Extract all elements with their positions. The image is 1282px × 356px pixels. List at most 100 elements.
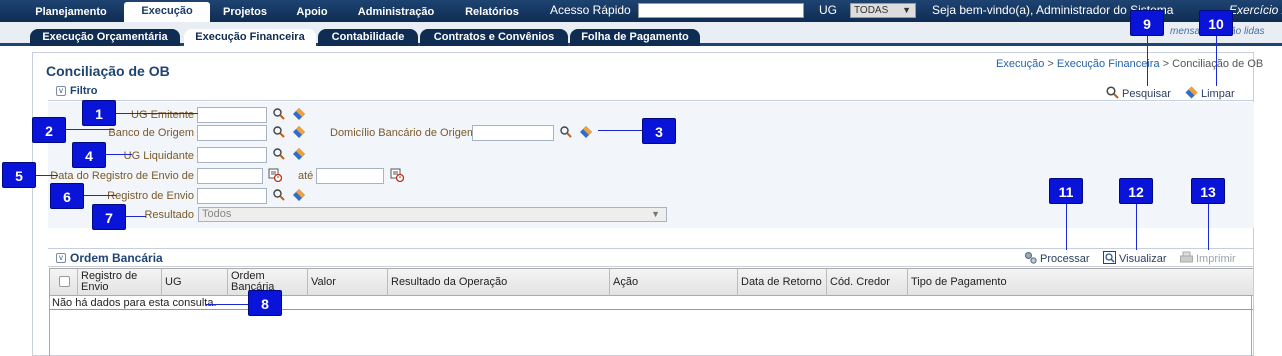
column-header[interactable]: Tipo de Pagamento — [908, 269, 1253, 296]
eraser-icon[interactable] — [293, 126, 305, 138]
quick-access-input[interactable] — [638, 3, 804, 18]
search-icon[interactable] — [273, 108, 285, 120]
callout-line — [126, 216, 146, 217]
ate-label: até — [298, 170, 314, 182]
dropdown-arrow-icon: ▼ — [902, 5, 911, 15]
resultado-select[interactable]: Todos ▼ — [198, 207, 667, 222]
tab-administracao[interactable]: Administração — [352, 3, 440, 22]
callout-line — [1216, 36, 1217, 86]
pesquisar-button[interactable]: Pesquisar — [1106, 86, 1171, 100]
calendar-icon[interactable] — [390, 168, 404, 182]
column-header[interactable]: Ação — [610, 269, 738, 296]
subtab-execucao-financeira[interactable]: Execução Financeira — [184, 29, 316, 46]
eraser-icon[interactable] — [293, 148, 305, 160]
breadcrumb-separator: > — [1044, 58, 1057, 70]
search-icon — [1106, 86, 1119, 99]
tab-relatorios[interactable]: Relatórios — [458, 3, 526, 22]
limpar-button[interactable]: Limpar — [1185, 86, 1235, 100]
breadcrumb-execucao[interactable]: Execução — [996, 58, 1044, 70]
callout-2: 2 — [32, 117, 66, 143]
column-header[interactable]: Registro de Envio — [78, 269, 162, 296]
callout-line — [84, 195, 116, 196]
breadcrumb-current: Conciliação de OB — [1172, 58, 1264, 70]
column-header[interactable]: UG Emitente — [162, 269, 228, 296]
imprimir-button[interactable]: Imprimir — [1180, 251, 1236, 265]
select-all-checkbox[interactable] — [59, 276, 70, 287]
data-registro-label: Data do Registro de Envio de — [50, 170, 194, 182]
ug-select-value: TODAS — [854, 5, 889, 16]
eraser-icon[interactable] — [293, 189, 305, 201]
ug-label: UG — [819, 3, 837, 17]
exercicio-label[interactable]: Exercício 2018 — [1229, 3, 1282, 17]
search-icon[interactable] — [560, 126, 572, 138]
registro-envio-input[interactable] — [197, 188, 267, 204]
callout-line — [1066, 204, 1067, 250]
select-all-column — [50, 269, 78, 296]
callout-3: 3 — [642, 118, 676, 144]
callout-10: 10 — [1199, 10, 1233, 36]
column-header[interactable]: Valor — [308, 269, 388, 296]
banco-origem-input[interactable] — [197, 125, 267, 141]
data-fim-input[interactable] — [316, 168, 384, 184]
tab-execucao[interactable]: Execução — [124, 2, 210, 22]
visualizar-button[interactable]: Visualizar — [1103, 251, 1167, 265]
top-navigation-bar: Planejamento Execução Projetos Apoio Adm… — [0, 0, 1282, 22]
search-icon[interactable] — [273, 189, 285, 201]
quick-access-label: Acesso Rápido — [550, 3, 631, 17]
data-inicio-input[interactable] — [197, 168, 263, 184]
eraser-icon[interactable] — [293, 108, 305, 120]
resultado-select-value: Todos — [202, 208, 232, 220]
subtab-contratos-convenios[interactable]: Contratos e Convênios — [420, 29, 568, 46]
ug-liquidante-label: UG Liquidante — [123, 150, 194, 162]
column-header[interactable]: Resultado da Operação — [388, 269, 610, 296]
tab-apoio[interactable]: Apoio — [290, 3, 334, 22]
eraser-icon — [1185, 86, 1198, 99]
filtro-header[interactable]: v Filtro — [48, 83, 1254, 101]
collapse-chevron-icon[interactable]: v — [56, 86, 66, 96]
search-icon[interactable] — [273, 148, 285, 160]
subtab-execucao-orcamentaria[interactable]: Execução Orçamentária — [30, 29, 180, 46]
callout-line — [106, 154, 132, 155]
pesquisar-label: Pesquisar — [1122, 88, 1171, 100]
domicilio-bancario-label: Domicílio Bancário de Origem — [330, 127, 477, 139]
gears-icon — [1025, 252, 1037, 264]
callout-line — [205, 304, 249, 305]
visualizar-label: Visualizar — [1119, 253, 1167, 265]
callout-line — [1208, 204, 1209, 250]
callout-line — [598, 130, 642, 131]
callout-7: 7 — [92, 204, 126, 230]
eraser-icon[interactable] — [580, 126, 592, 138]
breadcrumb: Execução > Execução Financeira > Concili… — [996, 58, 1263, 70]
printer-icon — [1180, 251, 1193, 263]
tab-projetos[interactable]: Projetos — [214, 3, 276, 22]
callout-9: 9 — [1130, 10, 1164, 36]
table-header: Registro de Envio UG Emitente Ordem Banc… — [50, 268, 1253, 296]
breadcrumb-separator: > — [1159, 58, 1173, 70]
callout-line — [66, 129, 114, 130]
resultado-label: Resultado — [144, 209, 194, 221]
callout-4: 4 — [72, 142, 106, 168]
collapse-chevron-icon[interactable]: v — [56, 253, 66, 263]
column-header[interactable]: Cód. Credor — [827, 269, 908, 296]
callout-6: 6 — [50, 183, 84, 209]
search-icon[interactable] — [273, 126, 285, 138]
subtab-folha-pagamento[interactable]: Folha de Pagamento — [570, 29, 700, 46]
dropdown-arrow-icon: ▼ — [651, 209, 660, 219]
ug-liquidante-input[interactable] — [197, 147, 267, 163]
domicilio-bancario-input[interactable] — [472, 125, 554, 141]
ug-select[interactable]: TODAS ▼ — [850, 3, 916, 18]
callout-5: 5 — [2, 162, 36, 188]
ordem-bancaria-title: Ordem Bancária — [70, 251, 163, 265]
column-header[interactable]: Data de Retorno — [738, 269, 827, 296]
callout-12: 12 — [1119, 178, 1153, 204]
subtab-contabilidade[interactable]: Contabilidade — [318, 29, 418, 46]
imprimir-label: Imprimir — [1196, 253, 1236, 265]
tab-planejamento[interactable]: Planejamento — [30, 3, 112, 22]
breadcrumb-execucao-financeira[interactable]: Execução Financeira — [1057, 58, 1160, 70]
page-title: Conciliação de OB — [46, 63, 170, 79]
callout-11: 11 — [1049, 178, 1083, 204]
processar-button[interactable]: Processar — [1024, 251, 1090, 265]
ug-emitente-input[interactable] — [197, 107, 267, 123]
calendar-icon[interactable] — [268, 168, 282, 182]
callout-line — [116, 113, 198, 114]
